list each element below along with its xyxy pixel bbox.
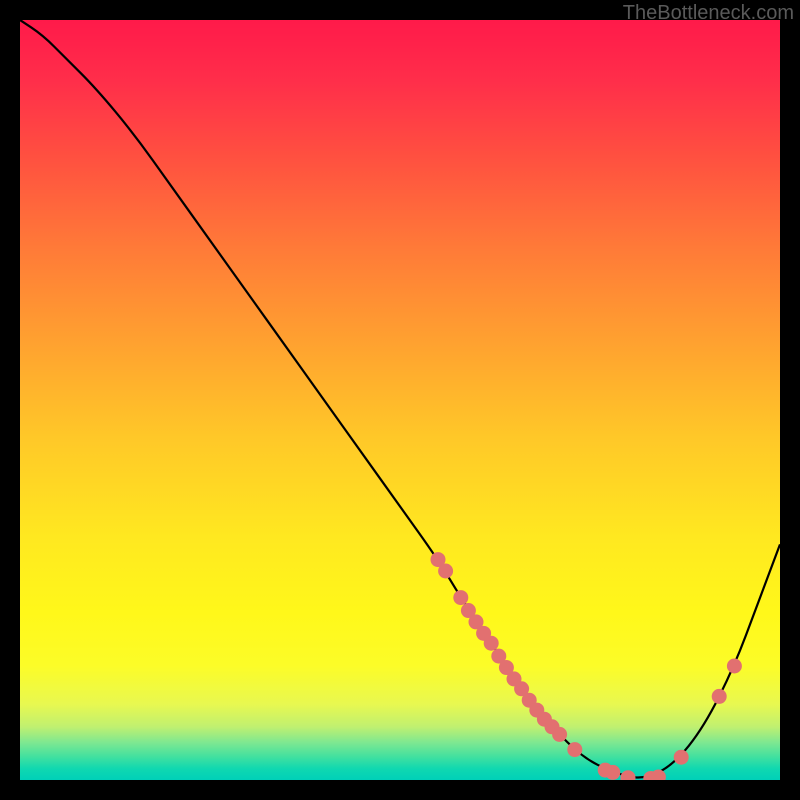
- data-dot: [484, 636, 499, 651]
- data-dot: [605, 765, 620, 780]
- data-dots-group: [431, 552, 742, 780]
- data-dot: [552, 727, 567, 742]
- data-dot: [621, 770, 636, 780]
- data-dot: [453, 590, 468, 605]
- data-dot: [567, 742, 582, 757]
- data-dot: [651, 769, 666, 780]
- watermark-text: TheBottleneck.com: [623, 2, 794, 25]
- data-dot: [438, 564, 453, 579]
- bottleneck-curve-line: [20, 20, 780, 777]
- data-dot: [727, 659, 742, 674]
- data-dot: [674, 750, 689, 765]
- data-dot: [712, 689, 727, 704]
- chart-svg: [20, 20, 780, 780]
- chart-plot-area: [20, 20, 780, 780]
